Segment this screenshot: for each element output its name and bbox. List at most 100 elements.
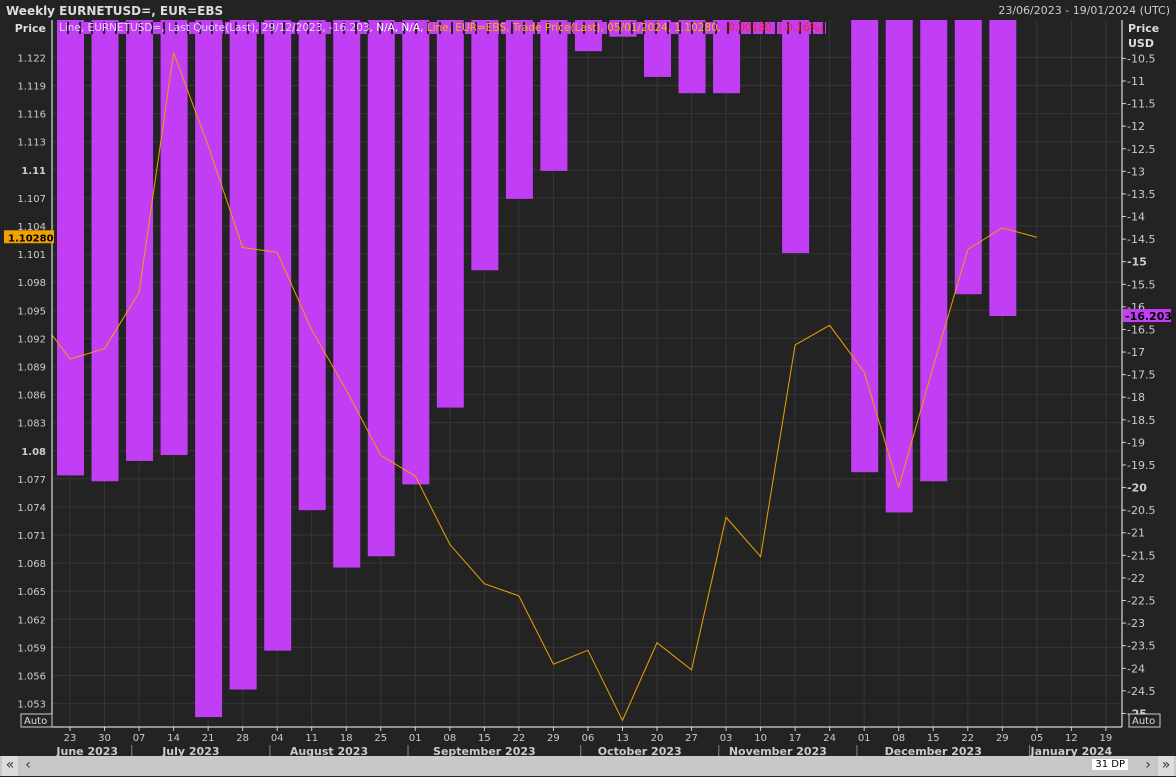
month-label: January 2024	[1030, 745, 1113, 756]
x-tick-label: 07	[133, 733, 146, 744]
right-tick-label: -15	[1127, 256, 1147, 269]
scroll-right-icon[interactable]: ›	[1140, 756, 1156, 776]
bar	[126, 20, 154, 461]
bar	[264, 20, 292, 651]
left-last-value: 1.10280	[8, 233, 54, 244]
month-label: June 2023	[55, 745, 118, 756]
x-tick-label: 28	[236, 733, 249, 744]
left-tick-label: 1.119	[17, 82, 46, 93]
left-tick-label: 1.122	[17, 53, 46, 64]
left-axis-label: Price	[15, 22, 46, 35]
left-tick-label: 1.095	[17, 306, 46, 317]
month-label: October 2023	[598, 745, 682, 756]
x-tick-label: 18	[340, 733, 353, 744]
bar	[229, 20, 257, 690]
bar	[989, 20, 1017, 317]
x-tick-label: 21	[202, 733, 215, 744]
x-tick-label: 11	[305, 733, 318, 744]
x-tick-label: 25	[374, 733, 387, 744]
right-tick-label: -24.5	[1127, 685, 1155, 698]
bar	[367, 20, 395, 557]
x-tick-label: 03	[720, 733, 733, 744]
bar	[540, 20, 568, 171]
right-tick-label: -13	[1127, 165, 1145, 178]
left-tick-label: 1.089	[17, 362, 46, 373]
right-tick-label: -19.5	[1127, 459, 1155, 472]
x-tick-label: 15	[927, 733, 940, 744]
right-tick-label: -17	[1127, 346, 1145, 359]
left-tick-label: 1.101	[17, 250, 46, 261]
right-axis-label: Price	[1128, 22, 1159, 35]
right-tick-label: -18.5	[1127, 414, 1155, 427]
month-label: August 2023	[290, 745, 368, 756]
left-tick-label: 1.068	[17, 559, 46, 570]
right-tick-label: -22	[1127, 572, 1145, 585]
x-tick-label: 29	[547, 733, 560, 744]
scrollbar[interactable]: « ‹ 31 DP › »	[0, 756, 1176, 776]
left-tick-label: 1.074	[17, 503, 46, 514]
right-tick-label: -11.5	[1127, 98, 1155, 111]
legend: Line, EURNETUSD=, Last Quote(Last), 29/1…	[57, 22, 826, 34]
left-tick-label: 1.071	[17, 531, 46, 542]
right-tick-label: -23	[1127, 617, 1145, 630]
month-label: November 2023	[729, 745, 827, 756]
x-tick-label: 15	[478, 733, 491, 744]
scroll-left-icon[interactable]: ‹	[20, 756, 36, 776]
x-tick-label: 30	[98, 733, 111, 744]
right-tick-label: -16.5	[1127, 323, 1155, 336]
data-points-label[interactable]: 31 DP	[1092, 759, 1128, 770]
x-tick-label: 14	[167, 733, 180, 744]
right-auto-label: Auto	[1132, 716, 1155, 727]
left-tick-label: 1.116	[17, 110, 46, 121]
right-tick-label: -17.5	[1127, 369, 1155, 382]
right-tick-label: -19	[1127, 436, 1145, 449]
right-tick-label: -22.5	[1127, 595, 1155, 608]
legend-bar-series: Line, EURNETUSD=, Last Quote(Last), 29/1…	[59, 22, 373, 34]
right-tick-label: -12.5	[1127, 143, 1155, 156]
month-label: December 2023	[885, 745, 982, 756]
scroll-start-icon[interactable]: «	[2, 756, 18, 776]
right-tick-label: -15.5	[1127, 278, 1155, 291]
scroll-end-icon[interactable]: »	[1158, 756, 1174, 776]
legend-change: -0.00180, (-0.16%)	[721, 22, 824, 34]
x-tick-label: 01	[409, 733, 422, 744]
right-tick-label: -14.5	[1127, 233, 1155, 246]
bar	[920, 20, 948, 482]
right-tick-label: -24	[1127, 662, 1145, 675]
x-tick-label: 19	[1100, 733, 1113, 744]
right-tick-label: -12	[1127, 120, 1145, 133]
left-tick-label: 1.077	[17, 475, 46, 486]
bar	[57, 20, 84, 476]
legend-na: N/A, N/A,	[372, 22, 424, 34]
left-auto-label: Auto	[24, 716, 47, 727]
left-tick-label: 1.113	[17, 138, 46, 149]
chart-svg[interactable]: 23 30 07 14 21 28 04 11 18 25 01 08 15 22 29 06 13 20 27 03…	[0, 0, 1176, 756]
left-tick-label: 1.065	[17, 587, 46, 598]
left-tick-label: 1.062	[17, 615, 46, 626]
left-tick-label: 1.098	[17, 278, 46, 289]
bar	[160, 20, 188, 456]
bar	[195, 20, 223, 718]
left-tick-label: 1.092	[17, 334, 46, 345]
right-tick-label: -20.5	[1127, 504, 1155, 517]
x-tick-label: 23	[64, 733, 77, 744]
x-tick-label: 13	[616, 733, 629, 744]
right-last-value: -16.203	[1125, 310, 1172, 323]
bar	[333, 20, 361, 568]
right-tick-label: -23.5	[1127, 640, 1155, 653]
right-tick-label: -14	[1127, 211, 1145, 224]
x-tick-label: 06	[582, 733, 595, 744]
x-tick-label: 08	[892, 733, 905, 744]
x-tick-label: 10	[754, 733, 767, 744]
right-axis-unit: USD	[1128, 37, 1154, 50]
x-tick-label: 12	[1065, 733, 1078, 744]
left-tick-label: 1.053	[17, 700, 46, 711]
bar	[91, 20, 119, 482]
left-tick-label: 1.107	[17, 194, 46, 205]
bar	[954, 20, 982, 295]
left-tick-label: 1.086	[17, 391, 46, 402]
bar	[298, 20, 326, 511]
x-tick-label: 05	[1030, 733, 1043, 744]
x-tick-label: 22	[513, 733, 526, 744]
x-tick-label: 27	[685, 733, 698, 744]
